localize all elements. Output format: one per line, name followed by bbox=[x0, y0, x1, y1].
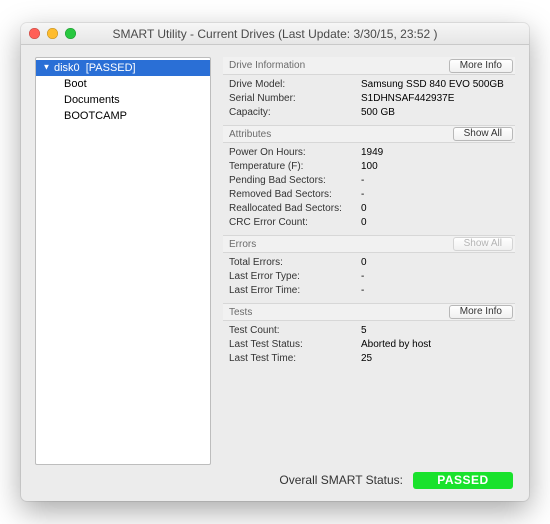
kv-val: 1949 bbox=[361, 147, 509, 158]
tests-group: Test Count:5 Last Test Status:Aborted by… bbox=[223, 321, 515, 371]
titlebar: SMART Utility - Current Drives (Last Upd… bbox=[21, 23, 529, 45]
kv-key: Drive Model: bbox=[229, 79, 361, 90]
tree-root-status: [PASSED] bbox=[86, 62, 136, 74]
kv-row: Total Errors:0 bbox=[223, 255, 515, 269]
tree-partition-label: BOOTCAMP bbox=[64, 110, 127, 122]
kv-row: Serial Number:S1DHNSAF442937E bbox=[223, 91, 515, 105]
kv-key: Test Count: bbox=[229, 325, 361, 336]
kv-key: Last Error Time: bbox=[229, 285, 361, 296]
kv-row: Drive Model:Samsung SSD 840 EVO 500GB bbox=[223, 77, 515, 91]
kv-row: Last Test Status:Aborted by host bbox=[223, 337, 515, 351]
kv-row: Last Error Time:- bbox=[223, 283, 515, 297]
app-window: SMART Utility - Current Drives (Last Upd… bbox=[21, 23, 529, 501]
tree-root-name: disk0 bbox=[54, 62, 80, 74]
window-title: SMART Utility - Current Drives (Last Upd… bbox=[21, 27, 529, 41]
kv-val: 0 bbox=[361, 257, 509, 268]
errors-group: Total Errors:0 Last Error Type:- Last Er… bbox=[223, 253, 515, 303]
kv-row: Last Error Type:- bbox=[223, 269, 515, 283]
content-area: ▼ disk0 [PASSED] Boot Documents BOOTCAMP… bbox=[21, 45, 529, 469]
kv-row: Capacity:500 GB bbox=[223, 105, 515, 119]
kv-key: Pending Bad Sectors: bbox=[229, 175, 361, 186]
kv-row: Temperature (F):100 bbox=[223, 159, 515, 173]
section-title: Errors bbox=[229, 239, 256, 250]
kv-key: Last Test Status: bbox=[229, 339, 361, 350]
kv-key: Total Errors: bbox=[229, 257, 361, 268]
kv-key: CRC Error Count: bbox=[229, 217, 361, 228]
kv-key: Last Error Type: bbox=[229, 271, 361, 282]
drive-info-group: Drive Model:Samsung SSD 840 EVO 500GB Se… bbox=[223, 75, 515, 125]
overall-status-badge: PASSED bbox=[413, 472, 513, 489]
detail-panel: Drive Information More Info Drive Model:… bbox=[223, 57, 515, 465]
kv-val: 5 bbox=[361, 325, 509, 336]
kv-val: - bbox=[361, 271, 509, 282]
kv-val: - bbox=[361, 189, 509, 200]
tree-partition[interactable]: Boot bbox=[36, 76, 210, 92]
footer: Overall SMART Status: PASSED bbox=[21, 469, 529, 501]
kv-key: Capacity: bbox=[229, 107, 361, 118]
drive-tree[interactable]: ▼ disk0 [PASSED] Boot Documents BOOTCAMP bbox=[35, 57, 211, 465]
more-info-button[interactable]: More Info bbox=[449, 59, 513, 73]
kv-key: Reallocated Bad Sectors: bbox=[229, 203, 361, 214]
kv-val: 0 bbox=[361, 217, 509, 228]
kv-row: Removed Bad Sectors:- bbox=[223, 187, 515, 201]
window-controls bbox=[21, 28, 76, 39]
kv-key: Power On Hours: bbox=[229, 147, 361, 158]
kv-val: Samsung SSD 840 EVO 500GB bbox=[361, 79, 509, 90]
tree-partition[interactable]: Documents bbox=[36, 92, 210, 108]
section-title: Tests bbox=[229, 307, 252, 318]
kv-val: - bbox=[361, 285, 509, 296]
kv-val: - bbox=[361, 175, 509, 186]
kv-row: CRC Error Count:0 bbox=[223, 215, 515, 229]
show-all-button[interactable]: Show All bbox=[453, 127, 513, 141]
section-drive-info-header: Drive Information More Info bbox=[223, 57, 515, 75]
section-title: Attributes bbox=[229, 129, 271, 140]
kv-row: Test Count:5 bbox=[223, 323, 515, 337]
section-title: Drive Information bbox=[229, 60, 305, 71]
tree-partition[interactable]: BOOTCAMP bbox=[36, 108, 210, 124]
overall-status-label: Overall SMART Status: bbox=[279, 473, 403, 487]
disclosure-triangle-icon[interactable]: ▼ bbox=[42, 63, 51, 72]
kv-row: Reallocated Bad Sectors:0 bbox=[223, 201, 515, 215]
kv-key: Removed Bad Sectors: bbox=[229, 189, 361, 200]
tree-partition-label: Boot bbox=[64, 78, 87, 90]
tree-partition-label: Documents bbox=[64, 94, 120, 106]
kv-val: 0 bbox=[361, 203, 509, 214]
zoom-icon[interactable] bbox=[65, 28, 76, 39]
kv-val: 25 bbox=[361, 353, 509, 364]
kv-key: Last Test Time: bbox=[229, 353, 361, 364]
attributes-group: Power On Hours:1949 Temperature (F):100 … bbox=[223, 143, 515, 235]
section-attributes-header: Attributes Show All bbox=[223, 125, 515, 143]
section-tests-header: Tests More Info bbox=[223, 303, 515, 321]
kv-val: 500 GB bbox=[361, 107, 509, 118]
kv-val: 100 bbox=[361, 161, 509, 172]
close-icon[interactable] bbox=[29, 28, 40, 39]
minimize-icon[interactable] bbox=[47, 28, 58, 39]
kv-key: Temperature (F): bbox=[229, 161, 361, 172]
kv-row: Pending Bad Sectors:- bbox=[223, 173, 515, 187]
tree-root-disk0[interactable]: ▼ disk0 [PASSED] bbox=[36, 60, 210, 76]
section-errors-header: Errors Show All bbox=[223, 235, 515, 253]
kv-key: Serial Number: bbox=[229, 93, 361, 104]
more-info-button[interactable]: More Info bbox=[449, 305, 513, 319]
kv-val: S1DHNSAF442937E bbox=[361, 93, 509, 104]
kv-row: Power On Hours:1949 bbox=[223, 145, 515, 159]
kv-row: Last Test Time:25 bbox=[223, 351, 515, 365]
show-all-button-disabled: Show All bbox=[453, 237, 513, 251]
kv-val: Aborted by host bbox=[361, 339, 509, 350]
